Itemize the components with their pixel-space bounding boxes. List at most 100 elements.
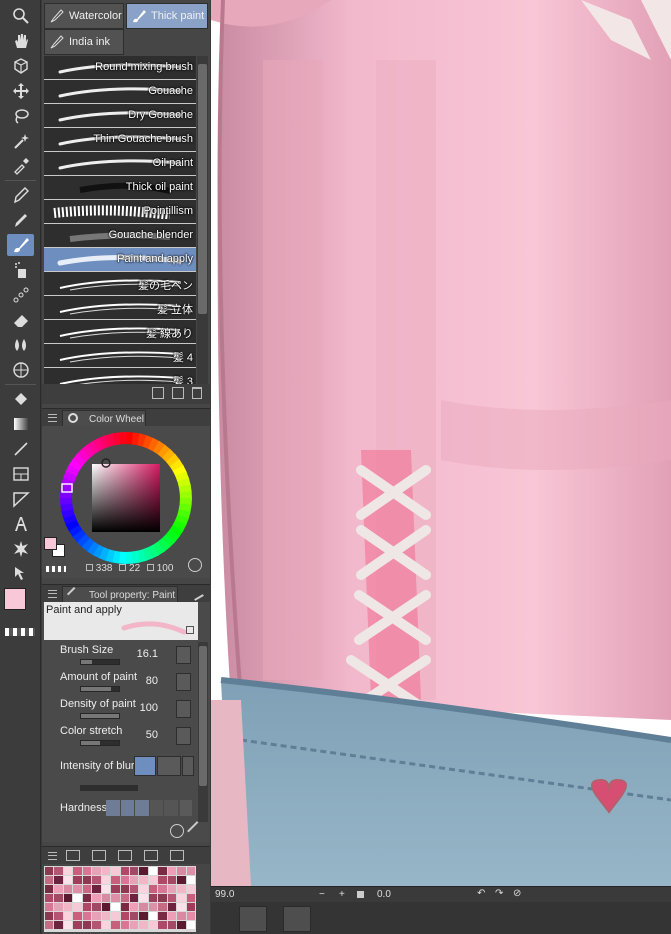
- palette-swatch[interactable]: [92, 912, 101, 920]
- palette-swatch[interactable]: [129, 894, 139, 902]
- subtool-india-ink[interactable]: India ink: [44, 29, 124, 55]
- palette-swatch[interactable]: [63, 885, 73, 893]
- palette-swatch[interactable]: [120, 903, 129, 911]
- brush-item[interactable]: 髪の毛ペン: [44, 272, 196, 296]
- palette-swatch[interactable]: [92, 921, 101, 929]
- rotate-left-icon[interactable]: ↶: [477, 888, 485, 899]
- fill-bucket-icon[interactable]: [7, 388, 34, 410]
- correct-line-icon[interactable]: [7, 563, 34, 585]
- wheel-main-color[interactable]: [44, 537, 57, 550]
- subtool-thick-paint[interactable]: Thick paint: [126, 3, 208, 29]
- brush-item[interactable]: Thin Gouache brush: [44, 128, 196, 152]
- palette-swatch[interactable]: [63, 894, 73, 902]
- palette-swatch[interactable]: [129, 867, 139, 875]
- decoration-tool-icon[interactable]: [7, 284, 34, 306]
- palette-swatch[interactable]: [101, 912, 111, 920]
- object-tool-icon[interactable]: [7, 55, 34, 77]
- property-row[interactable]: Density of paint 100: [56, 698, 196, 724]
- palette-swatch[interactable]: [148, 894, 158, 902]
- palette-swatch[interactable]: [177, 867, 186, 875]
- copy-icon[interactable]: [172, 387, 184, 399]
- transparent-color-swatch[interactable]: [5, 628, 35, 636]
- zoom-level[interactable]: 99.0: [215, 889, 234, 900]
- fill-area-icon[interactable]: [7, 359, 34, 381]
- palette-swatch[interactable]: [148, 867, 158, 875]
- palette-swatch[interactable]: [101, 921, 111, 929]
- palette-swatch[interactable]: [73, 885, 82, 893]
- palette-swatch[interactable]: [148, 912, 158, 920]
- palette-swatch[interactable]: [111, 885, 120, 893]
- canvas-frame-button[interactable]: [239, 906, 267, 932]
- palette-swatch[interactable]: [120, 921, 129, 929]
- brush-item[interactable]: 髪 4: [44, 344, 196, 368]
- balloon-tool-icon[interactable]: [7, 538, 34, 560]
- property-option-button[interactable]: [176, 700, 191, 718]
- property-slider[interactable]: [80, 659, 120, 665]
- palette-swatch[interactable]: [63, 903, 73, 911]
- palette-swatch[interactable]: [177, 912, 186, 920]
- palette-swatch[interactable]: [177, 885, 186, 893]
- palette-swatch[interactable]: [63, 912, 73, 920]
- palette-swatch[interactable]: [148, 903, 158, 911]
- palette-swatch[interactable]: [54, 903, 63, 911]
- palette-swatch[interactable]: [167, 876, 177, 884]
- property-slider[interactable]: [80, 713, 120, 719]
- palette-swatch[interactable]: [101, 894, 111, 902]
- property-row[interactable]: Brush Size 16.1: [56, 644, 196, 670]
- magic-wand-icon[interactable]: [7, 130, 34, 152]
- hardness-steps[interactable]: [106, 800, 178, 816]
- brush-item[interactable]: Gouache blender: [44, 224, 196, 248]
- palette-tab-icon-2[interactable]: [92, 850, 106, 861]
- palette-swatch[interactable]: [73, 867, 82, 875]
- palette-swatch[interactable]: [45, 894, 54, 902]
- trash-icon[interactable]: [192, 387, 202, 399]
- palette-swatch[interactable]: [186, 921, 195, 929]
- palette-swatch[interactable]: [101, 867, 111, 875]
- palette-swatch[interactable]: [54, 876, 63, 884]
- palette-swatch[interactable]: [92, 876, 101, 884]
- canvas[interactable]: [211, 0, 671, 886]
- canvas-view-button[interactable]: [283, 906, 311, 932]
- reset-rotation-icon[interactable]: ⊘: [513, 888, 521, 899]
- palette-swatch[interactable]: [148, 876, 158, 884]
- palette-swatch[interactable]: [82, 894, 92, 902]
- palette-swatch[interactable]: [158, 894, 167, 902]
- palette-swatch[interactable]: [167, 903, 177, 911]
- palette-swatch[interactable]: [54, 912, 63, 920]
- palette-swatch[interactable]: [158, 912, 167, 920]
- brush-item[interactable]: 髪 線あり: [44, 320, 196, 344]
- palette-swatch[interactable]: [73, 912, 82, 920]
- brush-tool-icon[interactable]: [7, 234, 34, 256]
- pen-tool-icon[interactable]: [7, 184, 34, 206]
- property-row[interactable]: Amount of paint 80: [56, 671, 196, 697]
- palette-swatch[interactable]: [139, 894, 148, 902]
- brush-item[interactable]: Pointillism: [44, 200, 196, 224]
- settings-icon[interactable]: [170, 824, 184, 838]
- palette-tab-icon-3[interactable]: [118, 850, 132, 861]
- eyedropper-icon[interactable]: [7, 155, 34, 177]
- palette-swatch[interactable]: [129, 903, 139, 911]
- blend-tool-icon[interactable]: [7, 334, 34, 356]
- palette-swatch[interactable]: [45, 885, 54, 893]
- palette-swatch[interactable]: [45, 903, 54, 911]
- palette-swatch[interactable]: [111, 867, 120, 875]
- palette-swatch[interactable]: [186, 876, 195, 884]
- color-wheel[interactable]: [56, 428, 196, 568]
- palette-tab-icon-4[interactable]: [144, 850, 158, 861]
- palette-swatch[interactable]: [129, 921, 139, 929]
- palette-swatch[interactable]: [129, 876, 139, 884]
- property-slider[interactable]: [80, 740, 120, 746]
- palette-swatch[interactable]: [139, 885, 148, 893]
- brush-item[interactable]: Thick oil paint: [44, 176, 196, 200]
- palette-swatch[interactable]: [92, 885, 101, 893]
- palette-tab-icon-1[interactable]: [66, 850, 80, 861]
- palette-swatch[interactable]: [82, 867, 92, 875]
- palette-swatch[interactable]: [82, 876, 92, 884]
- palette-swatch[interactable]: [73, 894, 82, 902]
- property-option-button[interactable]: [176, 673, 191, 691]
- palette-swatch[interactable]: [148, 921, 158, 929]
- zoom-out-icon[interactable]: −: [319, 889, 325, 900]
- palette-swatch[interactable]: [186, 903, 195, 911]
- brush-item[interactable]: Oil paint: [44, 152, 196, 176]
- transparent-toggle[interactable]: [46, 566, 66, 572]
